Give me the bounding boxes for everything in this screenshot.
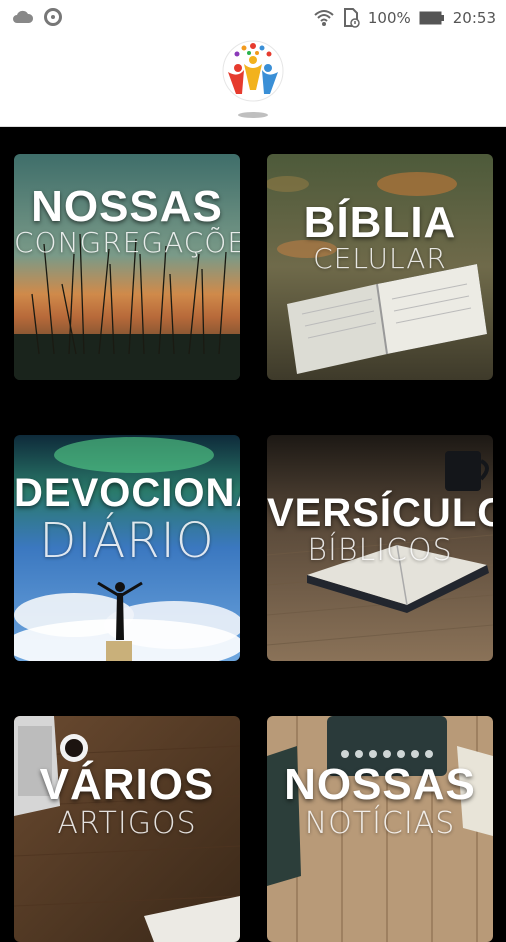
tile-title: VERSÍCULOS [267,491,493,535]
logo-shadow [238,112,268,118]
battery-percent: 100% [367,9,411,27]
tile-title: VÁRIOS [39,760,215,809]
tile-title: NOSSAS [284,760,476,809]
tile-subtitle: CELULAR [313,242,447,275]
app-header [0,36,506,127]
tile-title: BÍBLIA [303,198,457,247]
tile-nossas-noticias[interactable]: NOSSAS NOTÍCIAS [267,716,493,942]
battery-icon [419,11,444,25]
tile-subtitle: BÍBLICOS [307,533,453,568]
tile-nossas-congregacoes[interactable]: NOSSAS CONGREGAÇÕES [14,154,240,380]
clock: 20:53 [452,9,496,27]
menu-grid: NOSSAS CONGREGAÇÕES BÍBLIA CELULAR DEVOC… [0,127,506,942]
sim-icon [343,8,360,28]
tile-subtitle: DIÁRIO [39,513,215,569]
church-people-logo-icon [221,39,285,103]
tile-varios-artigos[interactable]: VÁRIOS ARTIGOS [14,716,240,942]
tile-biblia-celular[interactable]: BÍBLIA CELULAR [267,154,493,380]
tile-versiculos-biblicos[interactable]: VERSÍCULOS BÍBLICOS [267,435,493,661]
tile-subtitle: ARTIGOS [57,806,197,841]
cloud-icon [13,10,34,23]
tile-title: NOSSAS [31,182,223,231]
tile-title: DEVOCIONAL [14,471,240,515]
status-bar: 100% 20:53 [0,0,506,36]
tile-devocional-diario[interactable]: DEVOCIONAL DIÁRIO [14,435,240,661]
tile-subtitle: NOTÍCIAS [304,806,456,841]
ring-icon [44,8,62,26]
tile-subtitle: CONGREGAÇÕES [14,226,240,259]
wifi-icon [314,10,334,26]
